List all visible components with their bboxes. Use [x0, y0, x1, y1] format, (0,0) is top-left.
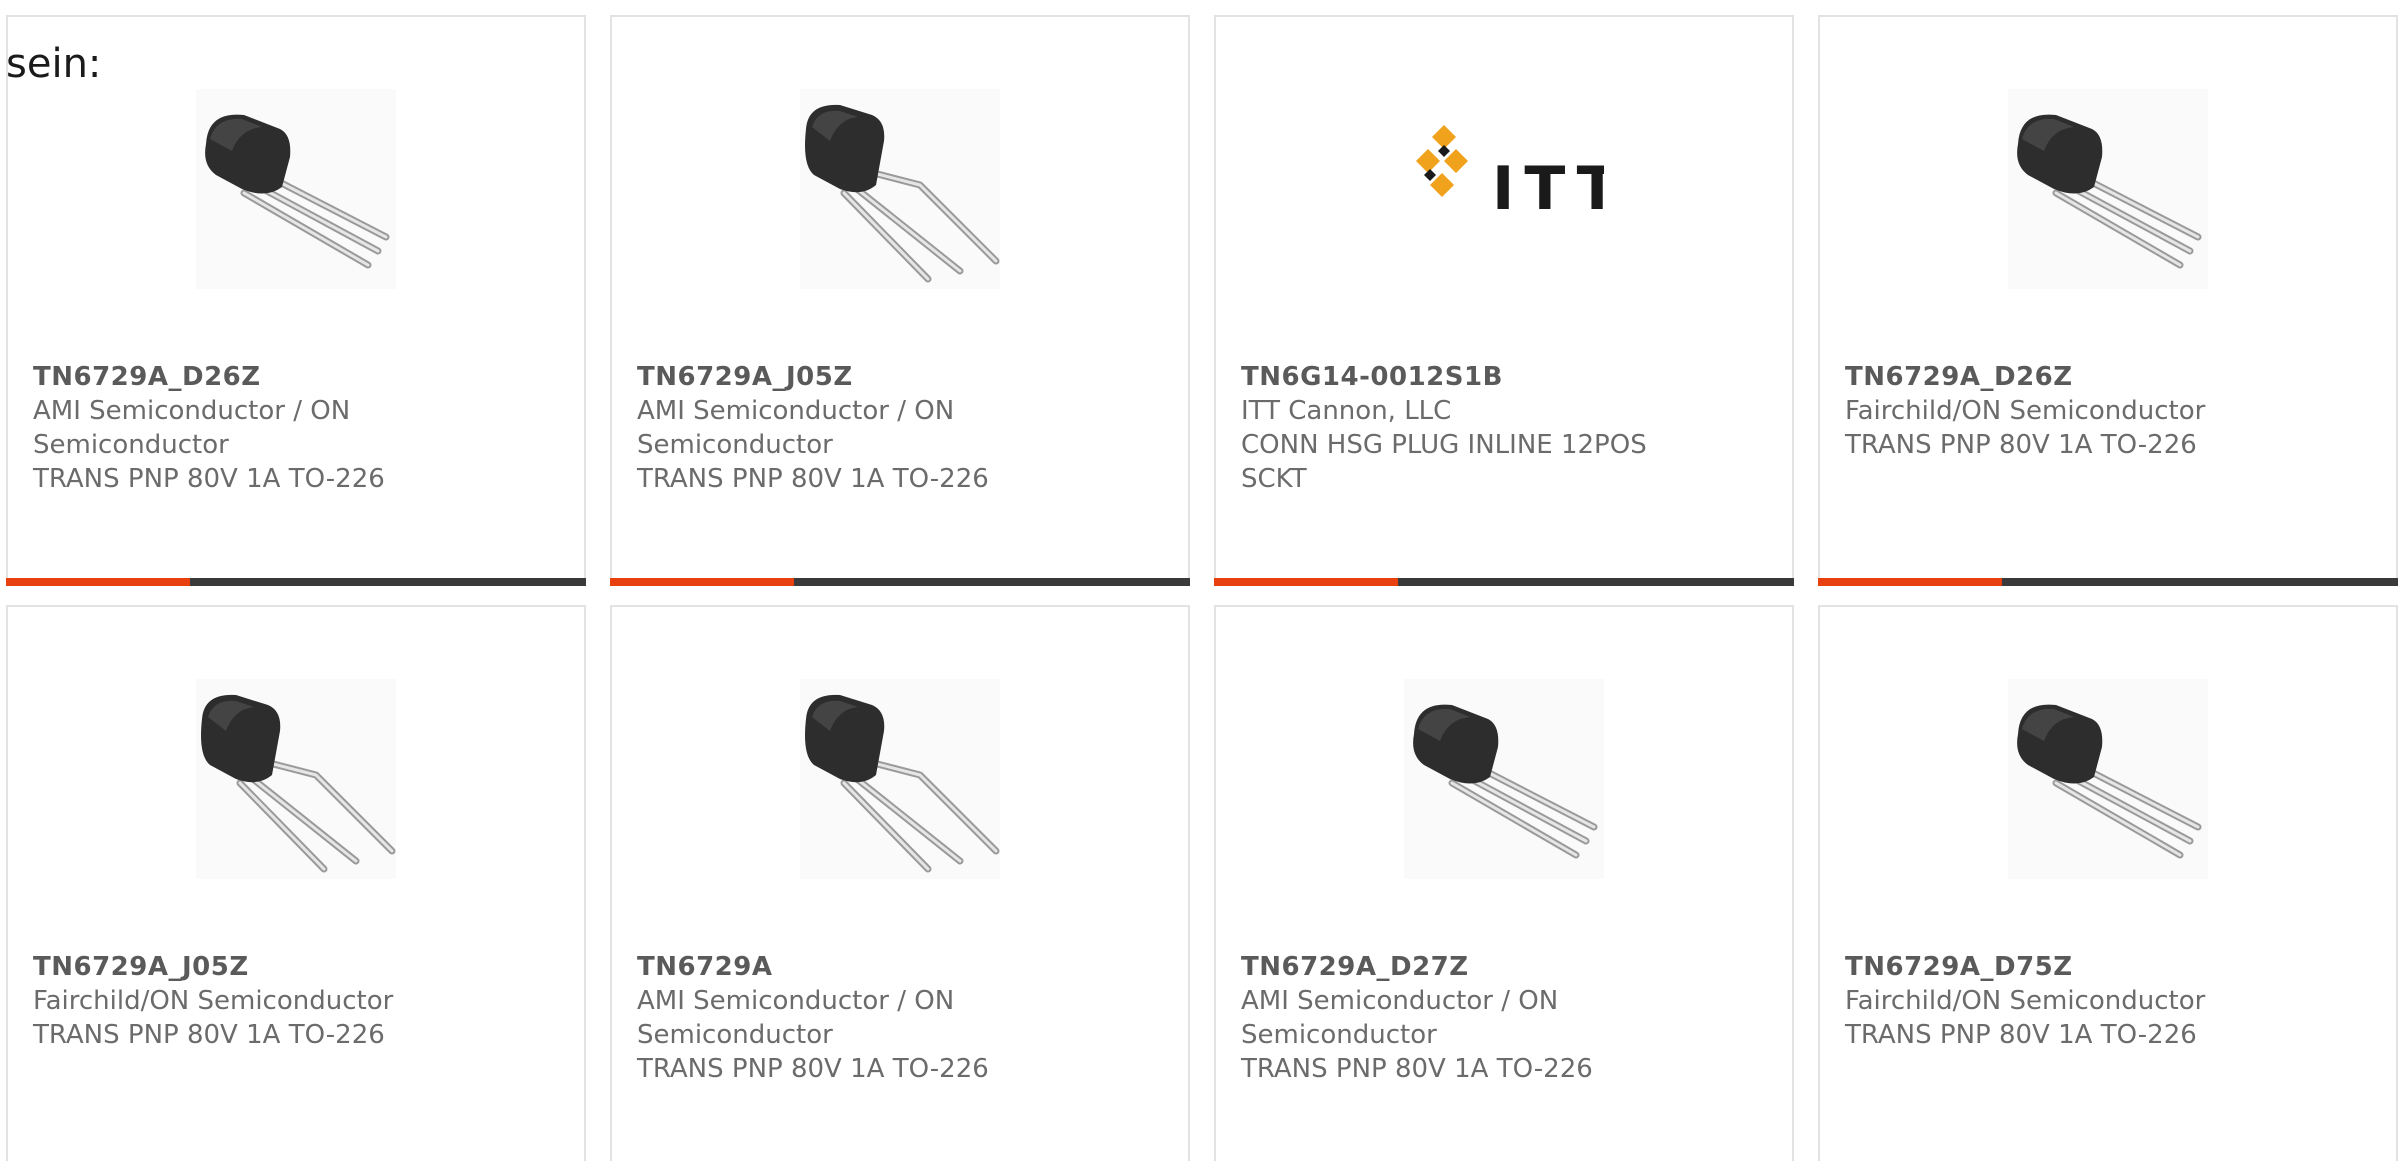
product-card[interactable]: ITT TN6G14-0012S1B ITT Cannon, LLC CONN … — [1214, 15, 1794, 586]
manufacturer: Fairchild/ON Semiconductor — [1845, 986, 2206, 1016]
part-number-link[interactable]: TN6G14-0012S1B — [1241, 360, 1761, 394]
card-footer-accent — [6, 578, 190, 586]
card-footer-bar — [1214, 578, 1794, 586]
part-number-link[interactable]: TN6729A_J05Z — [33, 950, 553, 984]
manufacturer: Fairchild/ON Semiconductor — [1845, 396, 2206, 426]
product-card[interactable]: TN6729A_D75Z Fairchild/ON Semiconductor … — [1818, 605, 2398, 1161]
page: sein: TN6729A_D26Z AMI Semiconductor / O… — [0, 0, 2400, 1161]
card-footer-accent — [610, 578, 794, 586]
transistor-image[interactable] — [800, 679, 1000, 879]
part-number-link[interactable]: TN6729A_D26Z — [1845, 360, 2365, 394]
card-footer-accent — [1818, 578, 2002, 586]
part-number-link[interactable]: TN6729A_D26Z — [33, 360, 553, 394]
part-number-link[interactable]: TN6729A_D27Z — [1241, 950, 1761, 984]
manufacturer: ITT Cannon, LLC — [1241, 396, 1452, 426]
product-card[interactable]: TN6729A AMI Semiconductor / ON Semicondu… — [610, 605, 1190, 1161]
card-footer-bar — [6, 578, 586, 586]
itt-logo-image[interactable]: ITT — [1404, 89, 1604, 289]
transistor-image[interactable] — [1404, 679, 1604, 879]
product-info: TN6729A AMI Semiconductor / ON Semicondu… — [637, 950, 1157, 1086]
description: TRANS PNP 80V 1A TO-226 — [33, 464, 385, 494]
description: TRANS PNP 80V 1A TO-226 — [1845, 430, 2197, 460]
card-footer-bar — [610, 578, 1190, 586]
transistor-image[interactable] — [2008, 679, 2208, 879]
manufacturer: Fairchild/ON Semiconductor — [33, 986, 394, 1016]
product-info: TN6729A_J05Z AMI Semiconductor / ON Semi… — [637, 360, 1157, 496]
product-info: TN6729A_D26Z Fairchild/ON Semiconductor … — [1845, 360, 2365, 462]
part-number-link[interactable]: TN6729A_J05Z — [637, 360, 1157, 394]
product-card[interactable]: TN6729A_D26Z Fairchild/ON Semiconductor … — [1818, 15, 2398, 586]
description: TRANS PNP 80V 1A TO-226 — [1241, 1054, 1593, 1084]
manufacturer: AMI Semiconductor / ON Semiconductor — [33, 396, 351, 460]
product-info: TN6729A_J05Z Fairchild/ON Semiconductor … — [33, 950, 553, 1052]
manufacturer: AMI Semiconductor / ON Semiconductor — [637, 396, 955, 460]
product-info: TN6G14-0012S1B ITT Cannon, LLC CONN HSG … — [1241, 360, 1761, 496]
product-card[interactable]: TN6729A_J05Z AMI Semiconductor / ON Semi… — [610, 15, 1190, 586]
product-card[interactable]: TN6729A_J05Z Fairchild/ON Semiconductor … — [6, 605, 586, 1161]
manufacturer: AMI Semiconductor / ON Semiconductor — [637, 986, 955, 1050]
part-number-link[interactable]: TN6729A — [637, 950, 1157, 984]
product-info: TN6729A_D26Z AMI Semiconductor / ON Semi… — [33, 360, 553, 496]
description: TRANS PNP 80V 1A TO-226 — [637, 464, 989, 494]
transistor-image[interactable] — [196, 679, 396, 879]
product-card[interactable]: TN6729A_D26Z AMI Semiconductor / ON Semi… — [6, 15, 586, 586]
description: TRANS PNP 80V 1A TO-226 — [1845, 1020, 2197, 1050]
product-info: TN6729A_D27Z AMI Semiconductor / ON Semi… — [1241, 950, 1761, 1086]
transistor-image[interactable] — [800, 89, 1000, 289]
transistor-image[interactable] — [2008, 89, 2208, 289]
card-footer-accent — [1214, 578, 1398, 586]
itt-logo-text: ITT — [1492, 154, 1604, 224]
manufacturer: AMI Semiconductor / ON Semiconductor — [1241, 986, 1559, 1050]
card-footer-bar — [1818, 578, 2398, 586]
transistor-image[interactable] — [196, 89, 396, 289]
product-info: TN6729A_D75Z Fairchild/ON Semiconductor … — [1845, 950, 2365, 1052]
description: TRANS PNP 80V 1A TO-226 — [33, 1020, 385, 1050]
intro-text: sein: — [6, 41, 102, 87]
description: CONN HSG PLUG INLINE 12POS SCKT — [1241, 430, 1647, 494]
product-card[interactable]: TN6729A_D27Z AMI Semiconductor / ON Semi… — [1214, 605, 1794, 1161]
part-number-link[interactable]: TN6729A_D75Z — [1845, 950, 2365, 984]
description: TRANS PNP 80V 1A TO-226 — [637, 1054, 989, 1084]
